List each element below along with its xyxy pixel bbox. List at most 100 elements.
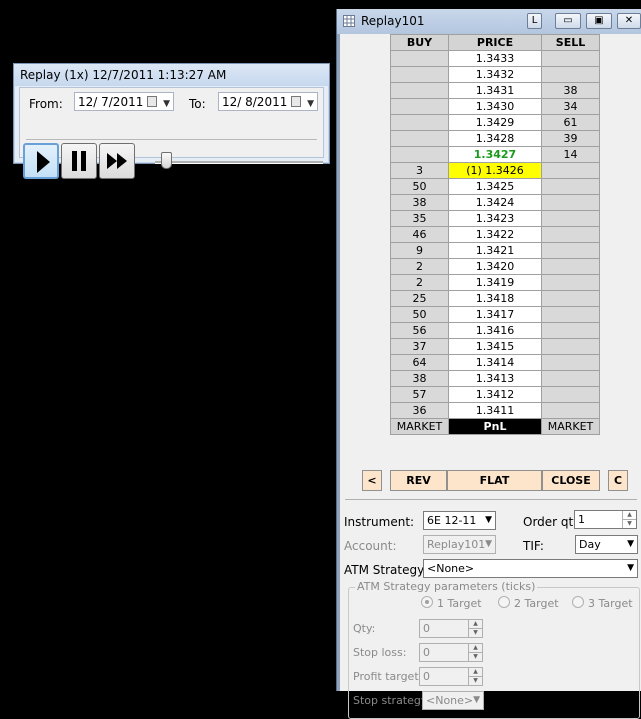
spin-up-icon[interactable]: ▲ xyxy=(468,668,482,677)
price-cell[interactable]: 1.3419 xyxy=(448,274,542,291)
buy-cell[interactable] xyxy=(390,130,449,147)
buy-cell[interactable]: 36 xyxy=(390,402,449,419)
price-cell[interactable]: 1.3420 xyxy=(448,258,542,275)
price-cell[interactable]: 1.3418 xyxy=(448,290,542,307)
buy-cell[interactable]: 35 xyxy=(390,210,449,227)
price-cell[interactable]: 1.3414 xyxy=(448,354,542,371)
chevron-down-icon[interactable]: ▼ xyxy=(163,95,170,114)
buy-cell[interactable] xyxy=(390,98,449,115)
sell-cell[interactable]: 14 xyxy=(541,146,600,163)
buy-cell[interactable]: 64 xyxy=(390,354,449,371)
calendar-icon[interactable] xyxy=(291,96,301,107)
price-cell[interactable]: 1.3424 xyxy=(448,194,542,211)
sell-cell[interactable] xyxy=(541,322,600,339)
order-qty-stepper[interactable]: 1 ▲ ▼ xyxy=(574,510,637,529)
price-cell[interactable]: 1.3432 xyxy=(448,66,542,83)
pnl-display[interactable]: PnL xyxy=(448,418,542,435)
pause-button[interactable] xyxy=(61,143,97,179)
scroll-left-button[interactable]: < xyxy=(362,470,382,491)
price-cell[interactable]: 1.3431 xyxy=(448,82,542,99)
buy-cell[interactable] xyxy=(390,114,449,131)
radio-1-target[interactable]: 1 Target xyxy=(421,596,482,610)
close-window-button[interactable]: ✕ xyxy=(617,13,641,29)
buy-cell[interactable]: 56 xyxy=(390,322,449,339)
spin-down-icon[interactable]: ▼ xyxy=(468,653,482,661)
chevron-down-icon[interactable]: ▼ xyxy=(307,95,314,114)
price-cell[interactable]: 1.3425 xyxy=(448,178,542,195)
buy-cell[interactable]: 2 xyxy=(390,274,449,291)
price-cell[interactable]: 1.3412 xyxy=(448,386,542,403)
buy-cell[interactable]: 37 xyxy=(390,338,449,355)
maximize-button[interactable]: ▣ xyxy=(586,13,612,29)
link-button[interactable]: L xyxy=(527,13,542,29)
buy-market-button[interactable]: MARKET xyxy=(390,418,449,435)
sell-cell[interactable] xyxy=(541,162,600,179)
buy-cell[interactable]: 50 xyxy=(390,178,449,195)
instrument-select[interactable]: 6E 12-11 ▼ xyxy=(423,511,496,530)
buy-cell[interactable]: 9 xyxy=(390,242,449,259)
sell-cell[interactable] xyxy=(541,370,600,387)
price-cell[interactable]: 1.3422 xyxy=(448,226,542,243)
stop-loss-stepper[interactable]: 0 ▲ ▼ xyxy=(419,643,483,662)
fast-forward-button[interactable] xyxy=(99,143,135,179)
sell-cell[interactable] xyxy=(541,386,600,403)
sell-cell[interactable] xyxy=(541,290,600,307)
price-cell[interactable]: 1.3430 xyxy=(448,98,542,115)
price-cell[interactable]: 1.3417 xyxy=(448,306,542,323)
price-cell[interactable]: 1.3416 xyxy=(448,322,542,339)
sell-cell[interactable] xyxy=(541,210,600,227)
sell-cell[interactable] xyxy=(541,50,600,67)
tif-select[interactable]: Day ▼ xyxy=(575,535,638,554)
spin-down-icon[interactable]: ▼ xyxy=(622,520,636,528)
qty-stepper[interactable]: 0 ▲ ▼ xyxy=(419,619,483,638)
price-cell[interactable]: (1) 1.3426 xyxy=(448,162,542,179)
price-cell[interactable]: 1.3427 xyxy=(448,146,542,163)
sell-cell[interactable] xyxy=(541,338,600,355)
buy-cell[interactable] xyxy=(390,66,449,83)
buy-cell[interactable]: 25 xyxy=(390,290,449,307)
atm-strategy-select[interactable]: <None> ▼ xyxy=(423,559,638,578)
buy-cell[interactable]: 50 xyxy=(390,306,449,323)
price-cell[interactable]: 1.3411 xyxy=(448,402,542,419)
buy-cell[interactable] xyxy=(390,82,449,99)
reverse-button[interactable]: REV xyxy=(390,470,447,491)
cancel-orders-button[interactable]: C xyxy=(608,470,628,491)
spin-down-icon[interactable]: ▼ xyxy=(468,677,482,685)
buy-cell[interactable] xyxy=(390,50,449,67)
price-cell[interactable]: 1.3429 xyxy=(448,114,542,131)
sell-cell[interactable]: 38 xyxy=(541,82,600,99)
buy-cell[interactable]: 3 xyxy=(390,162,449,179)
sell-cell[interactable] xyxy=(541,274,600,291)
price-cell[interactable]: 1.3421 xyxy=(448,242,542,259)
spin-up-icon[interactable]: ▲ xyxy=(622,511,636,520)
spin-down-icon[interactable]: ▼ xyxy=(468,629,482,637)
sell-cell[interactable] xyxy=(541,258,600,275)
minimize-button[interactable]: ▭ xyxy=(555,13,581,29)
account-select[interactable]: Replay101 ▼ xyxy=(423,535,496,554)
profit-target-stepper[interactable]: 0 ▲ ▼ xyxy=(419,667,483,686)
speed-slider-track[interactable] xyxy=(155,161,323,164)
buy-cell[interactable]: 38 xyxy=(390,194,449,211)
sell-cell[interactable] xyxy=(541,402,600,419)
sell-cell[interactable] xyxy=(541,178,600,195)
close-position-button[interactable]: CLOSE xyxy=(542,470,600,491)
buy-cell[interactable]: 38 xyxy=(390,370,449,387)
sell-cell[interactable]: 39 xyxy=(541,130,600,147)
buy-cell[interactable] xyxy=(390,146,449,163)
price-cell[interactable]: 1.3413 xyxy=(448,370,542,387)
sell-cell[interactable] xyxy=(541,242,600,259)
price-cell[interactable]: 1.3433 xyxy=(448,50,542,67)
to-date-picker[interactable]: 12/ 8/2011 ▼ xyxy=(218,92,318,111)
buy-cell[interactable]: 2 xyxy=(390,258,449,275)
from-date-picker[interactable]: 12/ 7/2011 ▼ xyxy=(74,92,174,111)
price-cell[interactable]: 1.3415 xyxy=(448,338,542,355)
speed-slider-thumb[interactable] xyxy=(161,152,172,169)
sell-cell[interactable] xyxy=(541,306,600,323)
price-cell[interactable]: 1.3428 xyxy=(448,130,542,147)
buy-cell[interactable]: 46 xyxy=(390,226,449,243)
radio-3-target[interactable]: 3 Target xyxy=(572,596,633,610)
sell-market-button[interactable]: MARKET xyxy=(541,418,600,435)
sell-cell[interactable]: 61 xyxy=(541,114,600,131)
sell-cell[interactable]: 34 xyxy=(541,98,600,115)
play-button[interactable] xyxy=(23,143,59,179)
